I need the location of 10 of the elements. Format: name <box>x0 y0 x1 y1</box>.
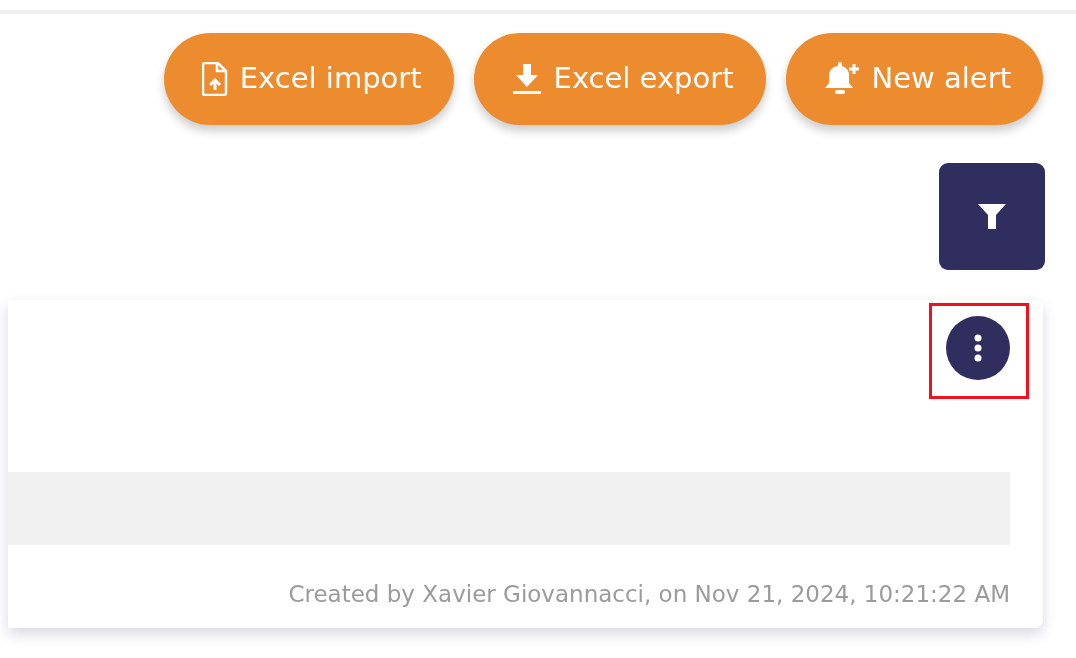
alert-button[interactable]: New alert <box>785 33 1043 125</box>
filter-button[interactable] <box>939 163 1045 270</box>
download-icon <box>511 62 542 96</box>
filter-icon <box>977 201 1007 232</box>
bell-plus-icon <box>823 61 860 97</box>
created-by-text: Created by Xavier Giovannacci, on Nov 21, 2024, 10:21:22 AM <box>288 580 1010 609</box>
export-button[interactable]: Excel export <box>473 33 766 125</box>
import-button[interactable]: Excel import <box>163 33 454 125</box>
more-vertical-icon <box>974 334 982 362</box>
file-upload-icon <box>201 62 228 96</box>
